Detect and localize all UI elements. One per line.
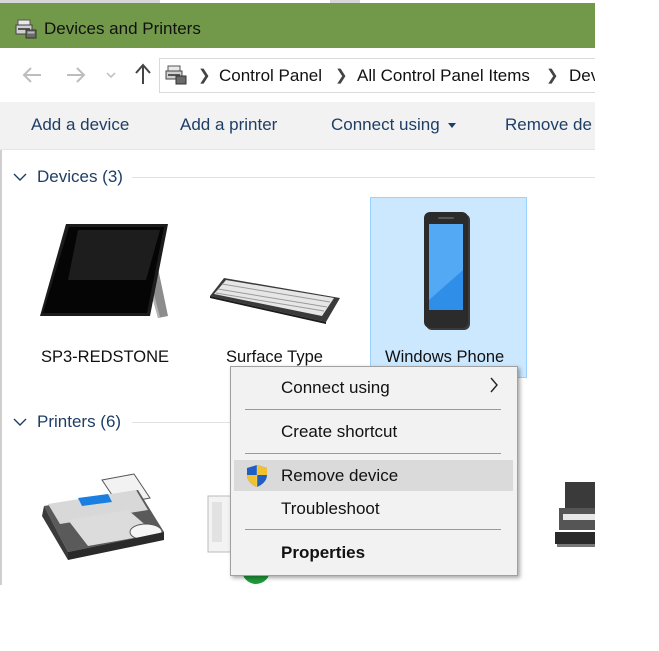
menu-item-properties[interactable]: Properties [281,543,365,563]
recent-locations-chevron-icon[interactable] [106,72,116,79]
connect-using-button[interactable]: Connect using [331,115,456,135]
group-divider [132,177,595,178]
submenu-arrow-icon [490,377,498,393]
group-divider [132,422,232,423]
menu-item-remove-device[interactable]: Remove device [281,466,398,486]
devices-group-label: Devices (3) [37,167,123,186]
printers-group-label: Printers (6) [37,412,122,431]
back-arrow-icon[interactable] [22,66,42,84]
remove-device-button[interactable]: Remove de [505,115,592,135]
forward-arrow-icon[interactable] [66,66,86,84]
device-label-windows-phone: Windows Phone [385,348,505,366]
dropdown-caret-icon [447,123,456,129]
add-device-button[interactable]: Add a device [31,115,129,135]
breadcrumb-all-items[interactable]: All Control Panel Items [357,66,530,86]
printer-icon[interactable] [553,478,595,554]
menu-separator [245,529,501,530]
up-arrow-icon[interactable] [133,62,153,86]
title-bar-top-edge [0,0,595,3]
menu-item-connect-using[interactable]: Connect using [281,378,390,398]
menu-item-create-shortcut[interactable]: Create shortcut [281,422,397,442]
devices-printers-icon [15,19,37,39]
address-bar[interactable]: ❯ Control Panel ❯ All Control Panel Item… [159,58,595,93]
device-context-menu: Connect using Create shortcut Remove dev… [230,366,518,576]
command-bar: Add a device Add a printer Connect using… [0,102,595,150]
device-label-sp3: SP3-REDSTONE [41,348,170,366]
connect-using-label: Connect using [331,115,440,134]
devices-group-header[interactable]: Devices (3) [13,167,123,187]
menu-separator [245,409,501,410]
window-title: Devices and Printers [44,19,201,38]
breadcrumb-control-panel[interactable]: Control Panel [219,66,322,86]
add-printer-button[interactable]: Add a printer [180,115,277,135]
breadcrumb-devices-and-printers[interactable]: Dev [569,66,595,86]
breadcrumb-separator-icon[interactable]: ❯ [546,66,559,84]
title-bar[interactable]: Devices and Printers [0,0,595,48]
menu-item-troubleshoot[interactable]: Troubleshoot [281,499,380,519]
phone-icon[interactable] [420,210,478,332]
printer-icon[interactable] [206,490,232,556]
printers-group-header[interactable]: Printers (6) [13,412,121,432]
breadcrumb-separator-icon[interactable]: ❯ [335,66,348,84]
device-label-surface-type: Surface Type [226,348,323,366]
keyboard-icon[interactable] [208,276,342,324]
uac-shield-icon [247,465,267,487]
fax-machine-icon[interactable] [38,472,168,562]
breadcrumb-separator-icon[interactable]: ❯ [198,66,211,84]
devices-printers-icon [165,65,187,85]
tablet-icon[interactable] [38,220,170,324]
menu-separator [245,453,501,454]
collapse-chevron-icon[interactable] [13,417,27,427]
collapse-chevron-icon[interactable] [13,172,27,182]
navigation-bar: ❯ Control Panel ❯ All Control Panel Item… [0,48,595,102]
